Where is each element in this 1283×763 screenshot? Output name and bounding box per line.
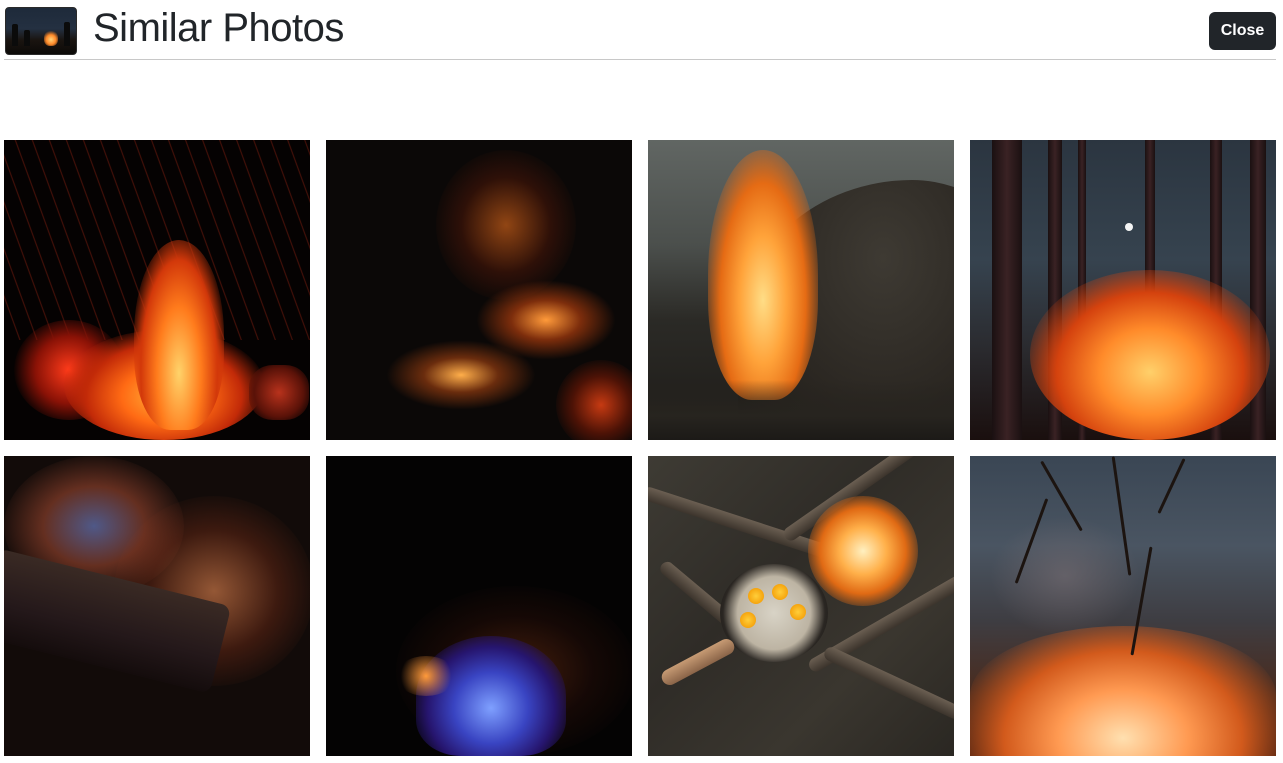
egg-yolk (748, 588, 764, 604)
moon (1125, 223, 1133, 231)
tree-trunk (992, 140, 1022, 440)
ember-flame (386, 340, 536, 410)
photo-branches-fire[interactable] (970, 456, 1276, 756)
skillet-handle (658, 636, 738, 688)
photo-flame-rocks[interactable] (648, 140, 954, 440)
egg-yolk (772, 584, 788, 600)
orange-ember (396, 656, 456, 696)
ember-corner (556, 360, 632, 440)
flame (134, 240, 224, 430)
campfire (808, 496, 918, 606)
header: Similar Photos Close (4, 0, 1276, 60)
thumbnail-fire-glow (44, 30, 58, 46)
egg-yolk (740, 612, 756, 628)
thumbnail-tree (24, 30, 30, 46)
photo-forest-fire[interactable] (970, 140, 1276, 440)
branch (822, 644, 954, 722)
thumbnail-tree (12, 24, 18, 46)
campfire (1030, 270, 1270, 440)
ember-glow (436, 150, 576, 300)
skillet (720, 564, 828, 662)
page-title: Similar Photos (93, 6, 344, 50)
twig (1157, 458, 1186, 514)
photo-fire-sparks[interactable] (4, 140, 310, 440)
photo-skillet[interactable] (648, 456, 954, 756)
egg-yolk (790, 604, 806, 620)
blue-flame (416, 636, 566, 756)
photo-blue-flame[interactable] (326, 456, 632, 756)
ground (648, 380, 954, 440)
fire-glow (970, 626, 1276, 756)
smoke (990, 516, 1140, 636)
close-button[interactable]: Close (1209, 12, 1276, 50)
flame (708, 150, 818, 400)
similar-photos-grid (4, 140, 1276, 756)
photo-sparks-log[interactable] (4, 456, 310, 756)
thumbnail-tree (64, 22, 70, 46)
rock (249, 365, 309, 420)
photo-embers[interactable] (326, 140, 632, 440)
source-photo-thumbnail[interactable] (5, 7, 77, 55)
